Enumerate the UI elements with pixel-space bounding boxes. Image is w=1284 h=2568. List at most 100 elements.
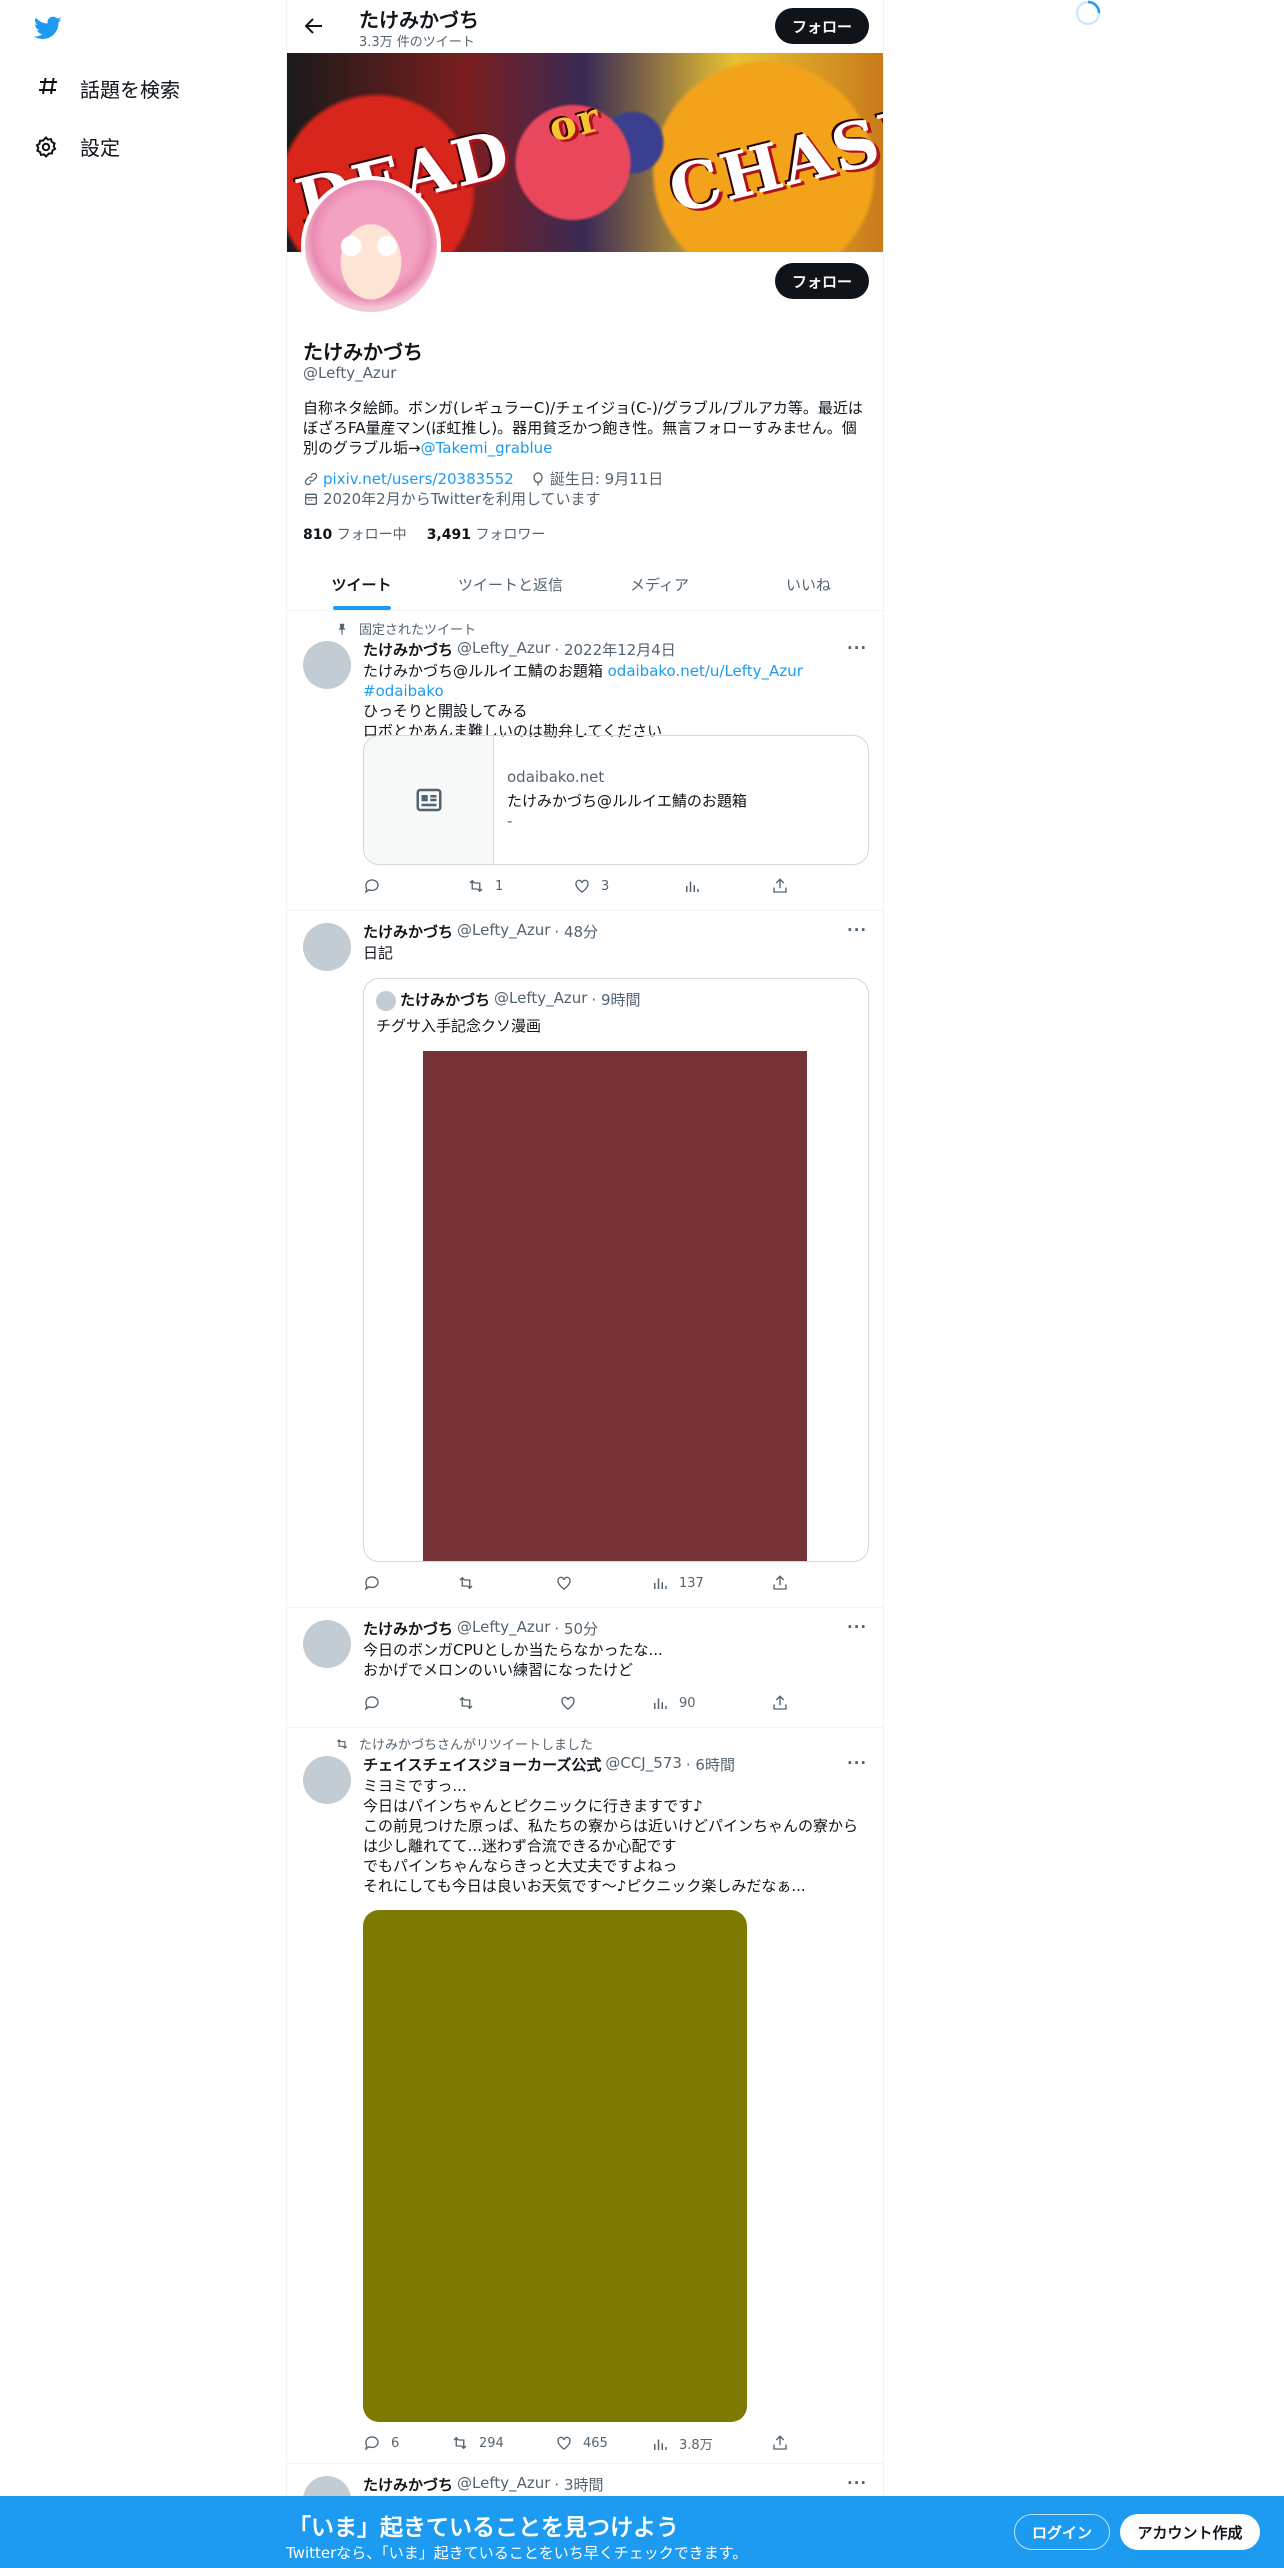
- back-arrow-icon[interactable]: [301, 14, 325, 38]
- tweet-author-handle[interactable]: @Lefty_Azur: [457, 1618, 550, 1639]
- profile-avatar[interactable]: [301, 176, 441, 316]
- tweet-author-handle[interactable]: @Lefty_Azur: [457, 921, 550, 942]
- tweet-header: たけみかづち @Lefty_Azur · 50分: [363, 1618, 598, 1639]
- card-domain: odaibako.net: [507, 768, 605, 786]
- share-button[interactable]: [771, 1574, 789, 1592]
- reply-button[interactable]: [363, 877, 391, 895]
- following-link[interactable]: 810 フォロー中: [303, 524, 407, 544]
- nav-explore[interactable]: 話題を検索: [34, 74, 180, 103]
- profile-website-link[interactable]: pixiv.net/users/20383552: [323, 470, 514, 488]
- quote-image[interactable]: [423, 1051, 807, 1561]
- bio-line: 別のグラブル垢→@Takemi_grablue: [303, 438, 869, 458]
- tweet[interactable]: 固定されたツイート たけみかづち @Lefty_Azur · 2022年12月4…: [287, 611, 883, 911]
- tab-tweets-and-replies[interactable]: ツイートと返信: [436, 558, 585, 610]
- quote-time: · 9時間: [591, 991, 641, 1009]
- views-button[interactable]: 3.8万: [651, 2434, 713, 2453]
- tweet-author-name[interactable]: たけみかづち: [363, 2474, 453, 2495]
- tweet-author-name[interactable]: チェイスチェイスジョーカーズ公式: [363, 1754, 601, 1775]
- reply-button[interactable]: [363, 1694, 391, 1712]
- tweet-time[interactable]: · 6時間: [686, 1754, 735, 1775]
- followers-link[interactable]: 3,491 フォロワー: [427, 524, 546, 544]
- login-button[interactable]: ログイン: [1014, 2514, 1110, 2550]
- tweet-context: 固定されたツイート: [335, 619, 476, 638]
- like-button[interactable]: 3: [573, 877, 609, 895]
- like-count: 3: [601, 878, 610, 894]
- following-count: 810: [303, 527, 333, 543]
- tweet[interactable]: たけみかづち @Lefty_Azur · 50分 ··· 今日のボンガCPUとし…: [287, 1608, 883, 1728]
- views-button[interactable]: [683, 877, 711, 895]
- retweet-button[interactable]: [457, 1574, 485, 1592]
- share-button[interactable]: [771, 2434, 789, 2452]
- nav-settings[interactable]: 設定: [34, 132, 120, 161]
- nav-explore-label: 話題を検索: [80, 78, 180, 102]
- share-button[interactable]: [771, 877, 789, 895]
- more-options-icon[interactable]: ···: [847, 2474, 867, 2492]
- like-button[interactable]: 465: [555, 2434, 608, 2452]
- tab-media[interactable]: メディア: [585, 558, 734, 610]
- tweet-time[interactable]: · 50分: [554, 1618, 598, 1639]
- tweet-line: たけみかづち@ルルイエ鯖のお題箱 odaibako.net/u/Lefty_Az…: [363, 661, 875, 701]
- quote-author-name: たけみかづち: [400, 991, 491, 1009]
- tweet-actions: 1 3: [363, 877, 787, 897]
- quote-tweet[interactable]: たけみかづち @Lefty_Azur · 9時間 チグサ入手記念クソ漫画: [363, 978, 869, 1562]
- more-options-icon[interactable]: ···: [847, 921, 867, 939]
- avatar[interactable]: [303, 1756, 351, 1804]
- tweet-line: この前見つけた原っぱ、私たちの寮からは近いけどパインちゃんの寮から: [363, 1817, 859, 1835]
- retweet-button[interactable]: 1: [467, 877, 503, 895]
- tweet-actions: 137: [363, 1574, 787, 1594]
- bio-mention-link[interactable]: @Takemi_grablue: [421, 439, 553, 457]
- reply-button[interactable]: [363, 1574, 391, 1592]
- tweet-hashtag-link[interactable]: #odaibako: [363, 682, 444, 700]
- card-thumbnail: [364, 736, 494, 864]
- retweeted-by-label[interactable]: たけみかづちさんがリツイートしました: [359, 1734, 593, 1753]
- tab-tweets[interactable]: ツイート: [287, 558, 436, 610]
- heart-icon: [573, 877, 591, 895]
- retweet-button[interactable]: [457, 1694, 485, 1712]
- tab-likes[interactable]: いいね: [734, 558, 883, 610]
- reply-button[interactable]: 6: [363, 2434, 399, 2452]
- share-button[interactable]: [771, 1694, 789, 1712]
- loading-spinner-icon: [1075, 0, 1101, 26]
- header-follow-button[interactable]: フォロー: [775, 8, 869, 44]
- profile-header: たけみかづち 3.3万 件のツイート フォロー: [287, 0, 883, 53]
- tweet-author-name[interactable]: たけみかづち: [363, 639, 453, 660]
- more-options-icon[interactable]: ···: [847, 1754, 867, 1772]
- reply-count: 6: [391, 2435, 400, 2451]
- tweet-url-link[interactable]: odaibako.net/u/Lefty_Azur: [608, 662, 803, 680]
- tweet-image[interactable]: [363, 1910, 747, 2422]
- link-icon: [303, 471, 323, 487]
- quote-author-handle: @Lefty_Azur: [494, 989, 588, 1007]
- analytics-icon: [683, 877, 701, 895]
- views-button[interactable]: 137: [651, 1574, 704, 1592]
- tweet-time[interactable]: · 2022年12月4日: [554, 639, 675, 660]
- more-options-icon[interactable]: ···: [847, 639, 867, 657]
- tweet-author-handle[interactable]: @Lefty_Azur: [457, 639, 550, 660]
- followers-count: 3,491: [426, 527, 471, 543]
- follow-stats: 810 フォロー中 3,491 フォロワー: [303, 524, 545, 544]
- reply-icon: [363, 1574, 381, 1592]
- retweet-button[interactable]: 294: [451, 2434, 504, 2452]
- avatar[interactable]: [303, 923, 351, 971]
- signup-bottom-bar: 「いま」起きていることを見つけよう Twitterなら、「いま」起きていることを…: [0, 2496, 1284, 2568]
- tweet-header: たけみかづち @Lefty_Azur · 48分: [363, 921, 598, 942]
- tweet-author-handle[interactable]: @Lefty_Azur: [457, 2474, 550, 2495]
- tweet-author-name[interactable]: たけみかづち: [363, 1618, 453, 1639]
- like-button[interactable]: [559, 1694, 587, 1712]
- tweet-author-name[interactable]: たけみかづち: [363, 921, 453, 942]
- tweet[interactable]: たけみかづち @Lefty_Azur · 48分 ··· 日記 たけみかづち @…: [287, 911, 883, 1608]
- tweet-author-handle[interactable]: @CCJ_573: [605, 1754, 682, 1775]
- profile-follow-button[interactable]: フォロー: [775, 263, 869, 299]
- twitter-bird-icon[interactable]: [32, 14, 64, 42]
- tweet-time[interactable]: · 3時間: [554, 2474, 603, 2495]
- avatar[interactable]: [303, 1620, 351, 1668]
- signup-button[interactable]: アカウント作成: [1120, 2514, 1260, 2550]
- link-card[interactable]: odaibako.net たけみかづち@ルルイエ鯖のお題箱 -: [363, 735, 869, 865]
- more-options-icon[interactable]: ···: [847, 1618, 867, 1636]
- avatar[interactable]: [303, 641, 351, 689]
- tweet-line: 今日のボンガCPUとしか当たらなかったな...: [363, 1641, 663, 1659]
- tweet-text: 日記: [363, 944, 394, 962]
- like-button[interactable]: [555, 1574, 583, 1592]
- following-label: フォロー中: [336, 527, 407, 543]
- tweet-time[interactable]: · 48分: [554, 921, 598, 942]
- views-button[interactable]: 90: [651, 1694, 696, 1712]
